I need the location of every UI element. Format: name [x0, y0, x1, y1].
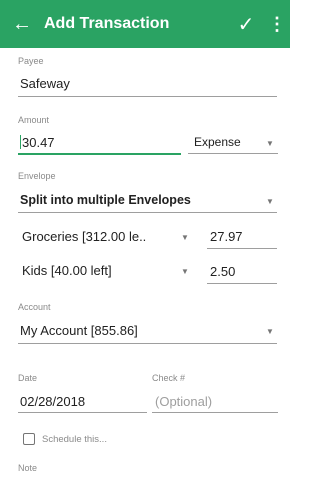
schedule-checkbox[interactable]: [23, 433, 35, 445]
split-amount-underline: [207, 283, 277, 284]
back-button[interactable]: ←: [0, 0, 44, 48]
transaction-type-select[interactable]: Expense: [194, 135, 241, 149]
payee-underline: [18, 96, 277, 97]
more-vert-icon: ⋮: [268, 13, 286, 34]
split-envelope-select[interactable]: Kids [40.00 left]: [22, 263, 112, 278]
check-number-input[interactable]: (Optional): [155, 394, 212, 409]
chevron-down-icon: ▼: [181, 233, 189, 242]
app-bar: ← Add Transaction ✓ ⋮: [0, 0, 290, 48]
split-amount-input[interactable]: 27.97: [210, 229, 243, 244]
envelope-underline: [18, 212, 277, 213]
amount-value: 30.47: [22, 135, 55, 150]
text-cursor: [20, 135, 21, 149]
split-amount-input[interactable]: 2.50: [210, 264, 235, 279]
check-number-label: Check #: [152, 373, 186, 383]
chevron-down-icon: ▼: [266, 139, 274, 148]
date-input[interactable]: 02/28/2018: [20, 394, 85, 409]
page-title: Add Transaction: [44, 15, 170, 32]
chevron-down-icon: ▼: [181, 267, 189, 276]
split-amount-underline: [207, 248, 277, 249]
note-label: Note: [18, 463, 38, 473]
save-button[interactable]: ✓: [228, 0, 264, 48]
amount-underline: [18, 153, 181, 155]
payee-input[interactable]: Safeway: [20, 76, 70, 91]
arrow-left-icon: ←: [12, 12, 32, 35]
chevron-down-icon: ▼: [266, 327, 274, 336]
payee-label: Payee: [18, 56, 44, 66]
account-label: Account: [18, 302, 51, 312]
schedule-label: Schedule this...: [42, 434, 107, 445]
account-select[interactable]: My Account [855.86]: [20, 323, 138, 338]
envelope-select[interactable]: Split into multiple Envelopes: [20, 193, 191, 207]
check-number-underline: [152, 412, 278, 413]
envelope-label: Envelope: [18, 171, 56, 181]
date-label: Date: [18, 373, 38, 383]
amount-input[interactable]: 30.47: [20, 135, 55, 150]
chevron-down-icon: ▼: [266, 197, 274, 206]
split-envelope-select[interactable]: Groceries [312.00 le..: [22, 229, 146, 244]
date-underline: [18, 412, 147, 413]
overflow-menu-button[interactable]: ⋮: [264, 0, 290, 48]
check-icon: ✓: [237, 13, 255, 36]
account-underline: [18, 343, 277, 344]
amount-label: Amount: [18, 115, 50, 125]
transaction-type-underline: [188, 153, 278, 154]
